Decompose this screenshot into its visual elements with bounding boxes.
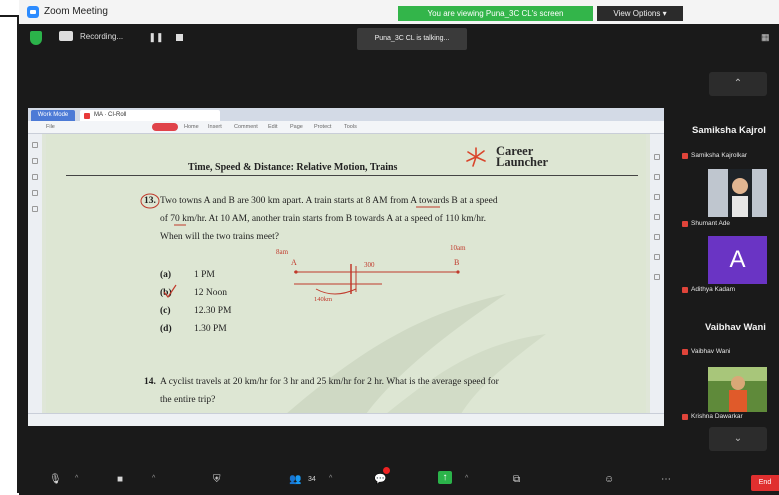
- annotation-text: B: [454, 258, 459, 267]
- muted-mic-icon: [682, 153, 688, 159]
- video-options-caret[interactable]: ^: [152, 475, 155, 482]
- toolbar-item: Edit: [268, 124, 278, 130]
- window-title: Zoom Meeting: [44, 6, 108, 17]
- annotation-text: A: [291, 258, 297, 267]
- participants-scroll-down-button[interactable]: ⌄: [709, 427, 767, 451]
- toolbar-item: File: [46, 124, 55, 130]
- participant-label-text: Krishna Dawarkar: [691, 413, 743, 420]
- document-page: Career Launcher Time, Speed & Distance: …: [46, 134, 646, 414]
- mute-mic-icon[interactable]: 🎙: [49, 473, 62, 487]
- muted-mic-icon: [682, 287, 688, 293]
- gallery-view-icon[interactable]: ▦: [761, 33, 773, 42]
- stop-video-icon[interactable]: ■: [117, 473, 123, 487]
- shared-app-tab: Work Mode: [31, 110, 75, 121]
- chat-notification-badge: [383, 467, 390, 474]
- annotation-text: 140km: [314, 296, 332, 303]
- audio-options-caret[interactable]: ^: [75, 475, 78, 482]
- meeting-top-bar: Recording... ❚❚ Puna_3C CL is talking...…: [19, 24, 779, 54]
- participant-label: Adithya Kadam: [682, 286, 735, 293]
- toolbar-item: Insert: [208, 124, 222, 130]
- share-screen-button[interactable]: ↑: [438, 471, 452, 484]
- participant-video: [708, 367, 767, 412]
- rail-icon: [654, 274, 660, 280]
- participant-label: Krishna Dawarkar: [682, 413, 743, 420]
- stop-recording-button[interactable]: [171, 30, 189, 45]
- participant-avatar: A: [708, 236, 767, 284]
- participant-label: Samiksha Kajrolkar: [682, 152, 747, 159]
- meeting-controls: 🎙 ^ ■ ^ ⛨ 👥 34 ^ 💬 ↑ ^ ⧉ ☺ ⋯ End: [19, 464, 779, 495]
- question-text: the entire trip?: [160, 395, 216, 405]
- question-number: 14.: [144, 377, 156, 387]
- rail-icon: [32, 206, 38, 212]
- rail-icon: [654, 174, 660, 180]
- shared-app-tab: MA · CI-Roll: [80, 110, 220, 121]
- toolbar-item: Protect: [314, 124, 332, 130]
- participants-icon[interactable]: 👥: [289, 473, 301, 487]
- shared-screen: Work Mode MA · CI-Roll File Home Insert …: [28, 108, 664, 426]
- chat-icon[interactable]: 💬: [374, 473, 386, 487]
- rail-icon: [32, 142, 38, 148]
- participant-label-text: Samiksha Kajrolkar: [691, 152, 747, 159]
- toolbar-item: Comment: [234, 124, 258, 130]
- meeting-window: Recording... ❚❚ Puna_3C CL is talking...…: [19, 24, 779, 495]
- shared-app-right-rail: [650, 134, 664, 414]
- rail-icon: [654, 194, 660, 200]
- share-options-caret[interactable]: ^: [465, 475, 468, 482]
- participants-count: 34: [308, 476, 316, 483]
- participants-scroll-up-button[interactable]: ⌃: [709, 72, 767, 96]
- toolbar-item: Home: [184, 124, 199, 130]
- active-speaker-indicator: Puna_3C CL is talking...: [357, 28, 467, 50]
- question-text: A cyclist travels at 20 km/hr for 3 hr a…: [160, 377, 499, 387]
- annotation-text: 8am: [276, 248, 289, 256]
- rail-icon: [32, 174, 38, 180]
- shared-app-toolbar: File Home Insert Comment Edit Page Prote…: [28, 121, 664, 134]
- muted-mic-icon: [682, 414, 688, 420]
- reactions-icon[interactable]: ☺: [604, 473, 614, 487]
- screen-share-banner: You are viewing Puna_3C CL's screen: [398, 6, 593, 21]
- shared-app-left-rail: [28, 134, 42, 414]
- annotation-text: 300: [364, 261, 375, 269]
- rail-icon: [654, 234, 660, 240]
- toolbar-item: Page: [290, 124, 303, 130]
- pause-recording-button[interactable]: ❚❚: [147, 30, 165, 45]
- shared-app-tab-bar: Work Mode MA · CI-Roll: [28, 108, 664, 121]
- security-icon[interactable]: ⛨: [213, 473, 221, 487]
- annotation-text: 10am: [450, 244, 466, 252]
- participant-name: Samiksha Kajrol: [692, 125, 766, 136]
- participant-label: Vaibhav Wani: [682, 348, 730, 355]
- rail-icon: [654, 254, 660, 260]
- toolbar-item: Tools: [344, 124, 357, 130]
- participant-label-text: Vaibhav Wani: [691, 348, 731, 355]
- rail-icon: [32, 190, 38, 196]
- pen-annotations: 8am 10am A B 300 140km: [140, 193, 466, 303]
- muted-mic-icon: [682, 221, 688, 227]
- recording-status: Recording...: [80, 32, 124, 41]
- view-options-button[interactable]: View Options ▾: [597, 6, 683, 21]
- rail-icon: [654, 154, 660, 160]
- security-shield-icon[interactable]: [30, 31, 42, 45]
- participants-caret[interactable]: ^: [329, 475, 332, 482]
- participant-label-text: Shumant Ade: [691, 220, 731, 227]
- shared-app-status-bar: [28, 413, 664, 426]
- participant-name: Vaibhav Wani: [705, 322, 766, 333]
- title-bar: Zoom Meeting You are viewing Puna_3C CL'…: [19, 0, 779, 24]
- toolbar-active-item: [152, 123, 178, 131]
- participant-video: [708, 169, 767, 217]
- participant-label-text: Adithya Kadam: [691, 286, 736, 293]
- participant-label: Shumant Ade: [682, 220, 730, 227]
- zoom-logo-icon: [27, 6, 39, 18]
- rail-icon: [32, 158, 38, 164]
- recording-icon: [59, 31, 73, 41]
- end-meeting-button[interactable]: End: [751, 475, 779, 491]
- muted-mic-icon: [682, 349, 688, 355]
- rail-icon: [654, 214, 660, 220]
- more-icon[interactable]: ⋯: [661, 473, 671, 487]
- record-icon[interactable]: ⧉: [513, 473, 520, 487]
